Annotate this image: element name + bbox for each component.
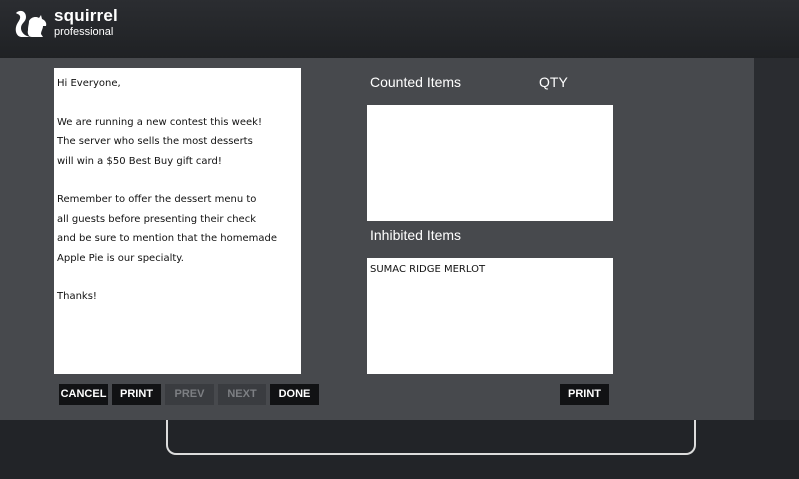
message-line: Thanks! <box>57 291 97 303</box>
qty-label: QTY <box>539 74 568 90</box>
inhibited-items-label: Inhibited Items <box>370 227 462 243</box>
done-button[interactable]: DONE <box>270 384 319 405</box>
next-button[interactable]: NEXT <box>218 384 266 405</box>
inhibited-items-list[interactable]: SUMAC RIDGE MERLOT <box>367 258 613 374</box>
drawer-tab[interactable] <box>166 420 696 455</box>
message-line <box>57 171 298 190</box>
logo-line2: professional <box>54 26 114 38</box>
counted-items-label: Counted Items <box>370 74 462 90</box>
cancel-button[interactable]: CANCEL <box>59 384 108 405</box>
logo-line1: squirrel <box>54 6 118 25</box>
message-line: and be sure to mention that the homemade <box>57 233 278 245</box>
message-line <box>57 93 298 112</box>
list-item[interactable]: SUMAC RIDGE MERLOT <box>370 264 610 275</box>
app-header: squirrel professional <box>0 0 799 58</box>
message-text-box[interactable]: Hi Everyone, We are running a new contes… <box>54 68 301 374</box>
squirrel-logo: squirrel professional <box>14 7 124 41</box>
squirrel-icon <box>15 10 47 37</box>
logo-wordmark: squirrel professional <box>54 7 118 39</box>
counted-items-list[interactable] <box>367 105 613 221</box>
print-button[interactable]: PRINT <box>112 384 161 405</box>
print-inhibited-button[interactable]: PRINT <box>560 384 609 405</box>
panel-right-edge <box>754 58 799 420</box>
message-line: The server who sells the most desserts <box>57 136 253 148</box>
message-line <box>57 268 298 287</box>
prev-button[interactable]: PREV <box>165 384 214 405</box>
message-line: We are running a new contest this week! <box>57 116 262 128</box>
message-line: Remember to offer the dessert menu to <box>57 194 257 206</box>
message-line: all guests before presenting their check <box>57 213 256 225</box>
message-line: will win a $50 Best Buy gift card! <box>57 155 222 167</box>
message-line: Hi Everyone, <box>57 78 121 89</box>
message-line: Apple Pie is our specialty. <box>57 252 184 264</box>
